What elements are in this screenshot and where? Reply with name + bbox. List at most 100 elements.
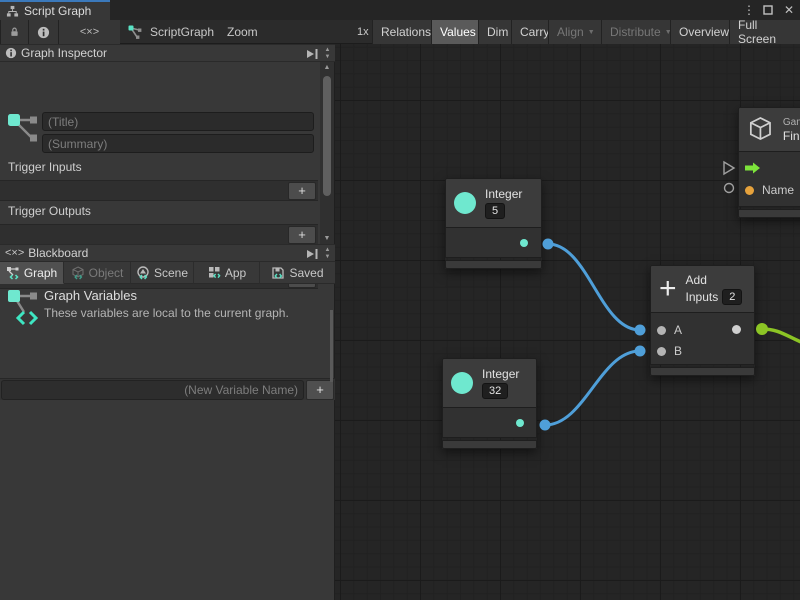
dock-panel-icon[interactable] xyxy=(305,48,319,60)
code-view-button[interactable]: <×> xyxy=(58,20,120,44)
zoom-value: 1x xyxy=(357,20,369,44)
input-port-a[interactable] xyxy=(657,326,666,335)
scriptgraph-icon xyxy=(127,25,143,40)
add-trigger-input-button[interactable]: + xyxy=(288,182,316,200)
overview-button[interactable]: Overview xyxy=(670,20,737,44)
inspector-scrollbar[interactable]: ▲ ▼ xyxy=(320,62,334,244)
port-name-label: Name xyxy=(762,183,794,197)
distribute-button[interactable]: Distribute▼ xyxy=(601,20,680,44)
tab-graph[interactable]: Graph xyxy=(0,262,64,284)
node-header[interactable]: + Add Inputs 2 xyxy=(650,265,755,313)
blackboard-title: Blackboard xyxy=(28,246,88,260)
saved-floppy-icon xyxy=(271,266,285,280)
integer-value-field[interactable]: 5 xyxy=(485,203,505,219)
object-cube-icon xyxy=(71,266,85,280)
add-trigger-output-button[interactable]: + xyxy=(288,226,316,244)
integer-type-icon xyxy=(454,192,476,214)
new-variable-input[interactable] xyxy=(1,380,304,400)
node-footer xyxy=(442,440,537,449)
add-variable-button[interactable]: + xyxy=(306,380,334,400)
port-b-label: B xyxy=(674,344,682,358)
node-title: Integer xyxy=(482,367,519,381)
zoom-label: Zoom xyxy=(227,20,258,44)
trigger-inputs-label: Trigger Inputs xyxy=(8,160,82,174)
node-body: A B xyxy=(650,313,755,365)
graph-name-label: ScriptGraph xyxy=(150,20,214,44)
integer-value-field[interactable]: 32 xyxy=(482,383,508,399)
angle-x-icon: <×> xyxy=(5,247,24,259)
chevron-down-icon: ▼ xyxy=(588,29,595,36)
graph-icon xyxy=(6,112,40,146)
graph-variables-icon xyxy=(6,288,42,328)
window-tab-bar: Script Graph ⋮ ✕ xyxy=(0,0,800,20)
output-port[interactable] xyxy=(732,325,741,334)
graph-inspector-title: Graph Inspector xyxy=(21,46,107,60)
trigger-outputs-list: + xyxy=(0,224,318,245)
node-header[interactable]: Integer 32 xyxy=(442,358,537,408)
window-menu-icon[interactable]: ⋮ xyxy=(740,1,758,19)
tab-scene[interactable]: Scene xyxy=(131,262,194,284)
missing-trigger-marker-icon xyxy=(721,160,737,176)
node-gameobject-find[interactable]: GameObject Find Name xyxy=(738,107,800,218)
trigger-inputs-list: + xyxy=(0,180,318,201)
add-operator-icon: + xyxy=(659,276,677,302)
node-header[interactable]: Integer 5 xyxy=(445,178,542,228)
node-subtitle: GameObject xyxy=(783,117,800,128)
input-port-b[interactable] xyxy=(657,347,666,356)
gameobject-cube-icon xyxy=(747,116,774,143)
graph-variables-description: These variables are local to the current… xyxy=(44,306,289,320)
node-body xyxy=(442,408,537,438)
scroll-up-icon[interactable]: ▲ xyxy=(320,64,334,71)
node-title: Find xyxy=(783,129,800,143)
inputs-label: Inputs xyxy=(686,290,719,304)
node-add[interactable]: + Add Inputs 2 A B xyxy=(650,265,755,376)
values-button[interactable]: Values xyxy=(431,20,484,44)
node-body xyxy=(445,228,542,258)
tab-app[interactable]: App xyxy=(194,262,260,284)
scroll-arrows[interactable]: ▲▼ xyxy=(321,46,334,62)
graph-summary-input[interactable] xyxy=(42,134,314,153)
node-integer-32[interactable]: Integer 32 xyxy=(442,358,537,449)
port-a-label: A xyxy=(674,323,682,337)
graph-canvas[interactable]: Integer 5 Integer 32 xyxy=(335,44,800,600)
integer-type-icon xyxy=(451,372,473,394)
output-port[interactable] xyxy=(520,239,528,247)
fullscreen-button[interactable]: Full Screen xyxy=(729,20,800,44)
script-graph-window: Script Graph ⋮ ✕ <×> xyxy=(0,0,800,600)
graph-toolbar: <×> ScriptGraph Zoom 1x Relations Values… xyxy=(0,20,800,44)
scene-icon xyxy=(136,266,150,280)
new-variable-row: + xyxy=(0,378,335,400)
info-icon xyxy=(5,47,17,59)
scrollbar-thumb[interactable] xyxy=(323,76,331,196)
close-icon[interactable]: ✕ xyxy=(780,1,798,19)
inputs-count-field[interactable]: 2 xyxy=(722,289,742,305)
tab-saved[interactable]: Saved xyxy=(260,262,335,284)
node-body: Name xyxy=(738,152,800,207)
graph-title-input[interactable] xyxy=(42,112,314,131)
node-title: Integer xyxy=(485,187,522,201)
side-panel: Graph Inspector ▲▼ Trigger Inputs + Trig… xyxy=(0,44,335,600)
node-integer-5[interactable]: Integer 5 xyxy=(445,178,542,269)
trigger-input-port[interactable] xyxy=(745,162,761,174)
align-button[interactable]: Align▼ xyxy=(548,20,603,44)
lock-button[interactable] xyxy=(0,20,28,44)
node-footer xyxy=(445,260,542,269)
graph-inspector-header: Graph Inspector ▲▼ xyxy=(0,44,335,62)
node-header[interactable]: GameObject Find xyxy=(738,107,800,152)
scroll-arrows[interactable]: ▲▼ xyxy=(321,246,334,262)
output-port[interactable] xyxy=(516,419,524,427)
info-button[interactable] xyxy=(28,20,58,44)
relations-button[interactable]: Relations xyxy=(372,20,439,44)
input-port-name[interactable] xyxy=(745,186,754,195)
blackboard-header: <×> Blackboard ▲▼ xyxy=(0,244,335,262)
dock-panel-icon[interactable] xyxy=(305,248,319,260)
maximize-icon[interactable] xyxy=(759,1,777,19)
info-icon xyxy=(37,26,50,39)
tab-object[interactable]: Object xyxy=(64,262,131,284)
node-footer xyxy=(738,209,800,218)
app-grid-icon xyxy=(207,266,221,280)
blackboard-scrollbar-thumb[interactable] xyxy=(330,310,333,382)
tab-script-graph[interactable]: Script Graph xyxy=(0,0,110,20)
missing-value-marker-icon xyxy=(723,182,735,194)
scroll-down-icon[interactable]: ▼ xyxy=(320,235,334,242)
